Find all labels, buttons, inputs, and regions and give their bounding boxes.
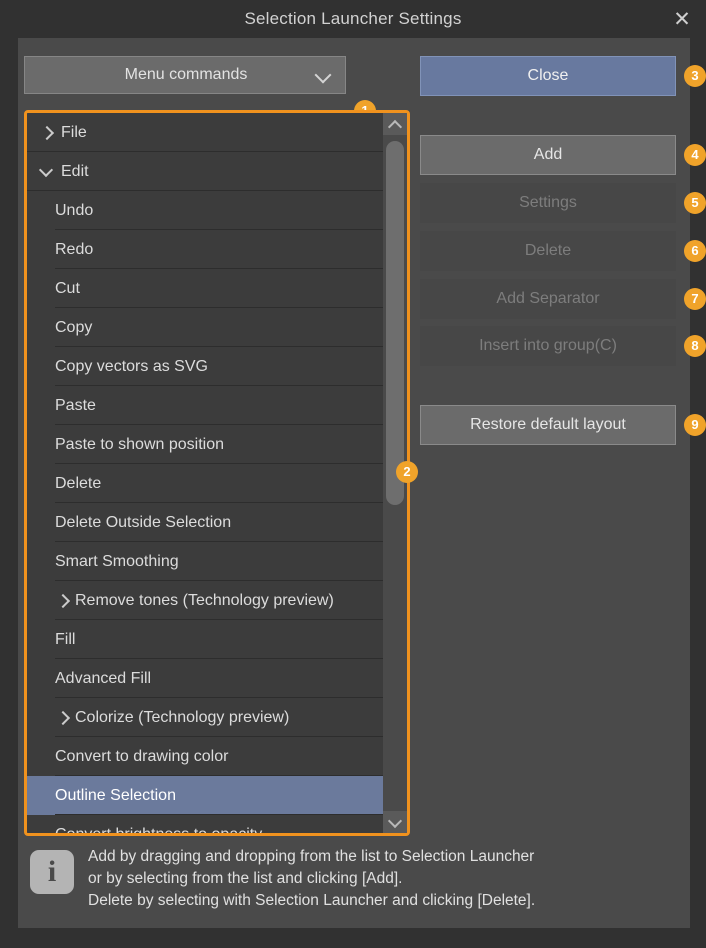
- chevron-down-icon[interactable]: [383, 811, 407, 833]
- list-item-label: Remove tones (Technology preview): [75, 591, 334, 609]
- command-list[interactable]: File Edit Undo Redo Cut Copy Copy vectors as S…: [24, 110, 410, 836]
- badge-7: 7: [684, 288, 706, 310]
- badge-4: 4: [684, 144, 706, 166]
- list-item-label: Advanced Fill: [55, 669, 152, 687]
- footer-hint: i Add by dragging and dropping from the …: [24, 846, 684, 922]
- page-title: Selection Launcher Settings: [244, 9, 462, 28]
- list-item-label: File: [61, 123, 87, 141]
- list-item-label: Cut: [55, 279, 80, 297]
- list-item[interactable]: Colorize (Technology preview): [27, 698, 389, 737]
- list-item-label: Smart Smoothing: [55, 552, 179, 570]
- list-item[interactable]: Convert to drawing color: [27, 737, 389, 776]
- list-item-label: Copy vectors as SVG: [55, 357, 208, 375]
- list-item-label: Convert to drawing color: [55, 747, 229, 765]
- list-item-label: Colorize (Technology preview): [75, 708, 290, 726]
- chevron-right-icon[interactable]: [39, 125, 55, 141]
- badge-8: 8: [684, 335, 706, 357]
- command-list-rows: File Edit Undo Redo Cut Copy Copy vectors as S…: [27, 113, 389, 833]
- list-item-label: Delete Outside Selection: [55, 513, 232, 531]
- list-item-label: Copy: [55, 318, 93, 336]
- list-item[interactable]: Paste: [27, 386, 389, 425]
- list-item[interactable]: Delete: [27, 464, 389, 503]
- close-button[interactable]: Close: [420, 56, 676, 96]
- list-item[interactable]: Copy: [27, 308, 389, 347]
- add-button[interactable]: Add: [420, 135, 676, 175]
- chevron-right-icon[interactable]: [55, 710, 71, 726]
- badge-3: 3: [684, 65, 706, 87]
- info-icon: i: [30, 850, 74, 894]
- list-item-label: Fill: [55, 630, 76, 648]
- chevron-right-icon[interactable]: [55, 593, 71, 609]
- list-item-label: Redo: [55, 240, 94, 258]
- list-item-label: Outline Selection: [55, 786, 176, 804]
- list-item[interactable]: Edit: [27, 152, 389, 191]
- footer-hint-text: Add by dragging and dropping from the li…: [88, 846, 678, 912]
- titlebar: Selection Launcher Settings ✕: [0, 0, 706, 38]
- list-item[interactable]: Delete Outside Selection: [27, 503, 389, 542]
- add-separator-button[interactable]: Add Separator: [420, 279, 676, 319]
- delete-button[interactable]: Delete: [420, 231, 676, 271]
- list-item-label: Undo: [55, 201, 94, 219]
- list-item-label: Delete: [55, 474, 102, 492]
- list-item[interactable]: Redo: [27, 230, 389, 269]
- settings-dialog: Selection Launcher Settings ✕ Menu comma…: [0, 0, 706, 948]
- list-item[interactable]: Outline Selection: [27, 776, 389, 815]
- list-item[interactable]: Advanced Fill: [27, 659, 389, 698]
- list-item[interactable]: Remove tones (Technology preview): [27, 581, 389, 620]
- command-category-dropdown[interactable]: Menu commands: [24, 56, 346, 94]
- chevron-down-icon: [316, 68, 331, 83]
- list-item[interactable]: Undo: [27, 191, 389, 230]
- footer-hint-line-3: Delete by selecting with Selection Launc…: [88, 892, 536, 909]
- badge-2: 2: [396, 461, 418, 483]
- list-item[interactable]: Copy vectors as SVG: [27, 347, 389, 386]
- footer-hint-line-2: or by selecting from the list and clicki…: [88, 870, 403, 887]
- insert-into-group-button[interactable]: Insert into group(C): [420, 326, 676, 366]
- list-item-label: Paste to shown position: [55, 435, 224, 453]
- chevron-down-icon[interactable]: [39, 164, 55, 180]
- settings-button[interactable]: Settings: [420, 183, 676, 223]
- badge-9: 9: [684, 414, 706, 436]
- list-item[interactable]: Smart Smoothing: [27, 542, 389, 581]
- scrollbar-thumb[interactable]: [386, 141, 404, 505]
- list-item-label: Paste: [55, 396, 96, 414]
- list-item[interactable]: Convert brightness to opacity: [27, 815, 389, 833]
- dialog-body: Menu commands 1 FileEditUndoRedoCutCopyC…: [18, 38, 706, 928]
- list-item-label: Edit: [61, 162, 89, 180]
- badge-5: 5: [684, 192, 706, 214]
- chevron-up-icon[interactable]: [383, 113, 407, 135]
- list-item[interactable]: File: [27, 113, 389, 152]
- list-item[interactable]: Fill: [27, 620, 389, 659]
- badge-6: 6: [684, 240, 706, 262]
- restore-default-layout-button[interactable]: Restore default layout: [420, 405, 676, 445]
- list-item-label: Convert brightness to opacity: [55, 826, 262, 834]
- command-category-value: Menu commands: [124, 66, 248, 83]
- close-icon[interactable]: ✕: [668, 6, 696, 34]
- footer-hint-line-1: Add by dragging and dropping from the li…: [88, 848, 535, 865]
- list-item[interactable]: Paste to shown position: [27, 425, 389, 464]
- list-item[interactable]: Cut: [27, 269, 389, 308]
